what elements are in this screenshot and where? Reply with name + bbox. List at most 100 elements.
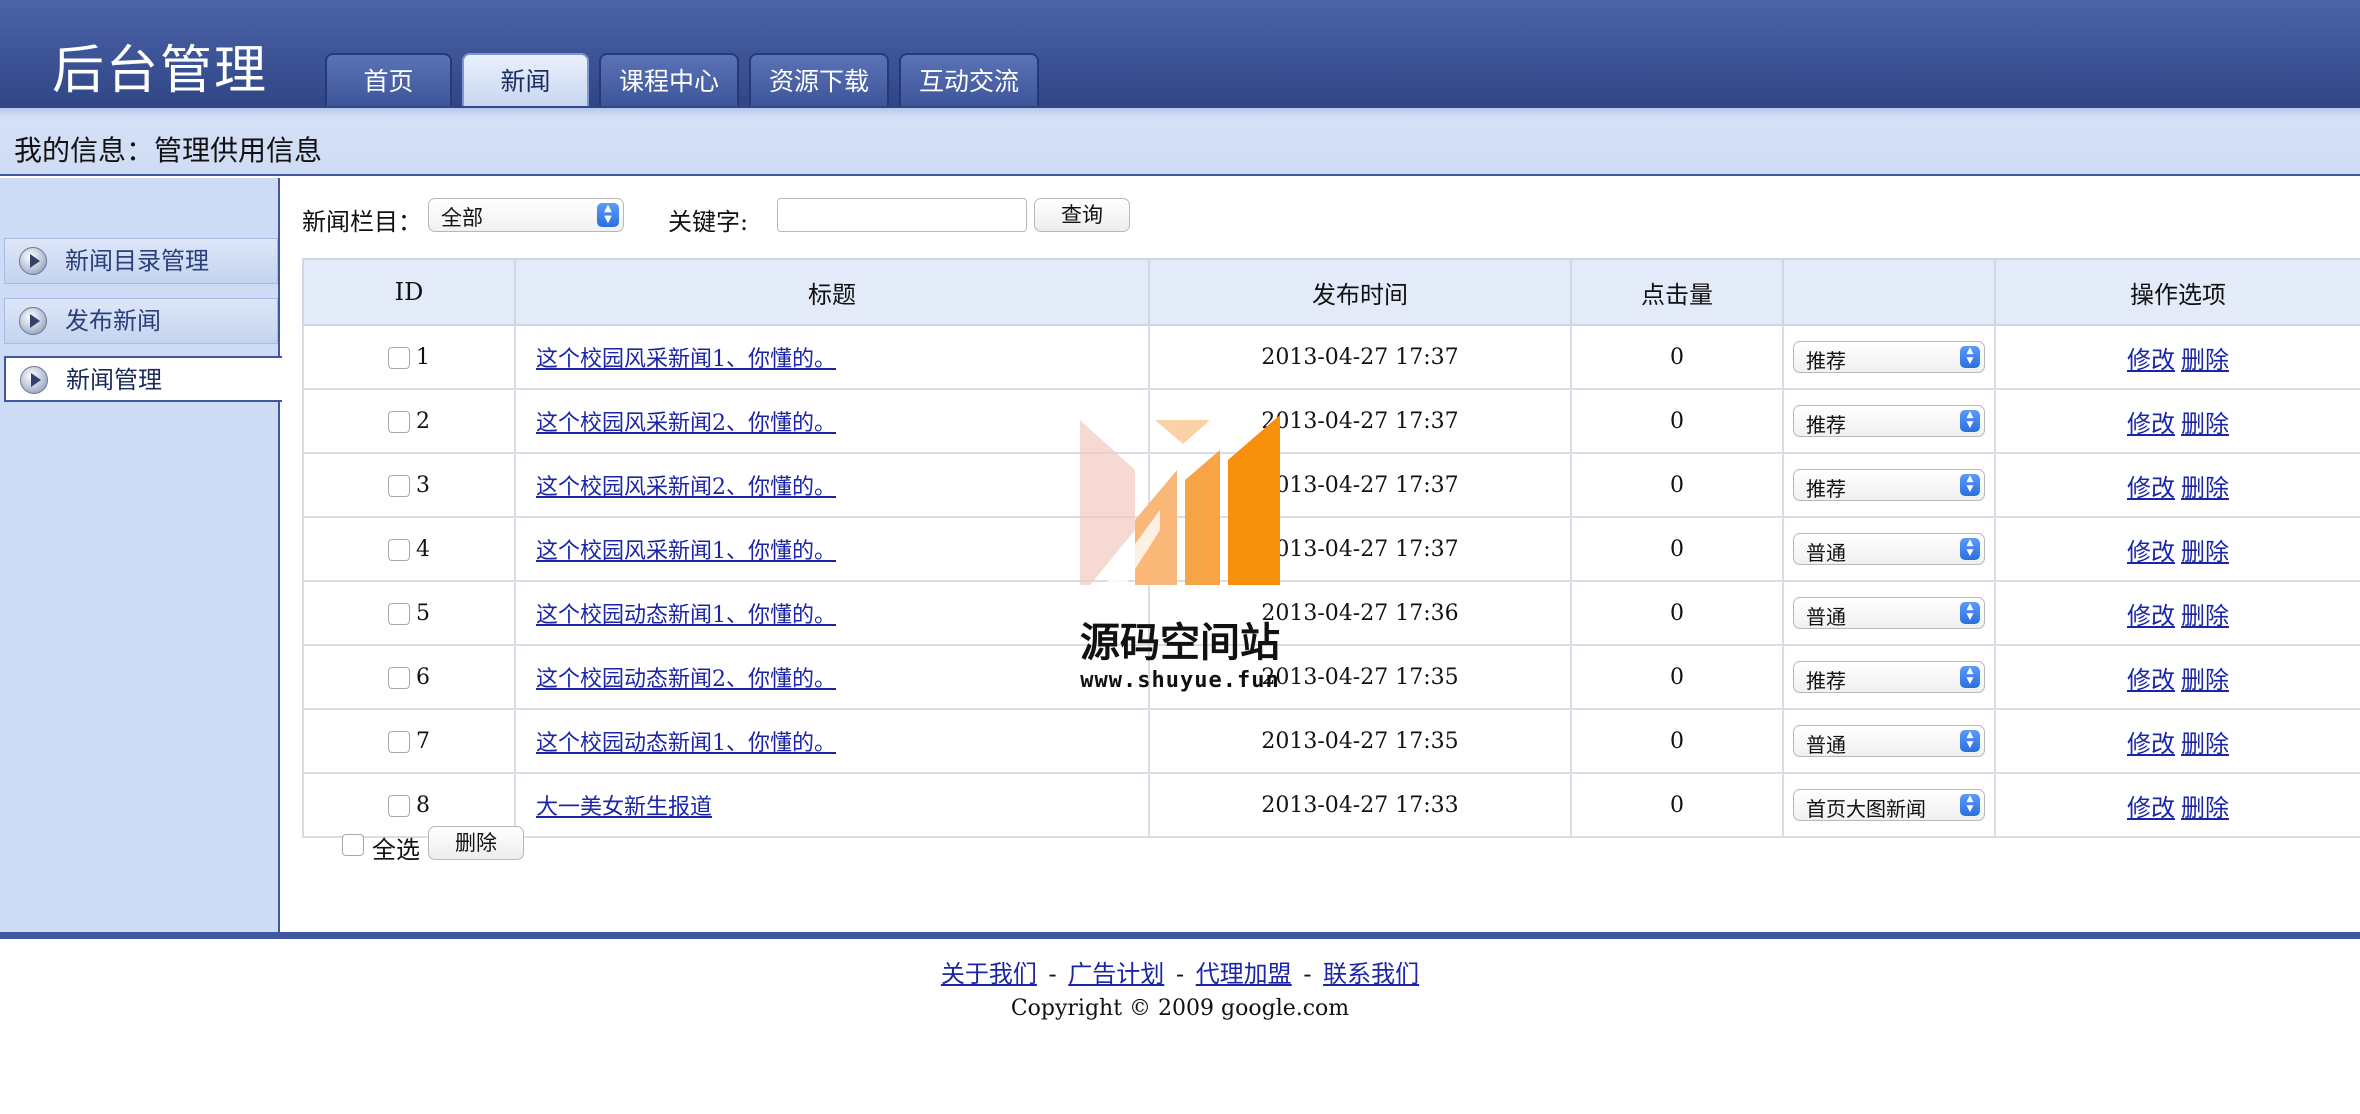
news-title-link[interactable]: 这个校园动态新闻2、你懂的。 xyxy=(536,667,836,692)
arrow-circle-icon xyxy=(19,307,47,335)
cell-status: 首页大图新闻 ▲ ▼ xyxy=(1782,772,1996,838)
cell-clicks: 0 xyxy=(1570,644,1784,710)
row-checkbox[interactable] xyxy=(388,794,410,817)
cell-time: 2013-04-27 17:37 xyxy=(1148,324,1572,390)
table-row: 1 这个校园风采新闻1、你懂的。 2013-04-27 17:37 0 推荐 ▲ ▼ 修改 删除 xyxy=(302,324,2360,390)
keyword-input[interactable] xyxy=(777,198,1027,232)
news-title-link[interactable]: 这个校园风采新闻2、你懂的。 xyxy=(536,475,836,500)
edit-link[interactable]: 修改 xyxy=(2127,602,2175,630)
cell-id: 5 xyxy=(302,580,516,646)
footer-link-ads[interactable]: 广告计划 xyxy=(1068,960,1164,988)
select-arrows-icon: ▲ ▼ xyxy=(1960,730,1980,752)
cell-actions: 修改 删除 xyxy=(1994,452,2360,518)
cell-clicks: 0 xyxy=(1570,452,1784,518)
select-arrows-icon: ▲ ▼ xyxy=(1960,666,1980,688)
delete-link[interactable]: 删除 xyxy=(2181,602,2229,630)
cell-title: 这个校园动态新闻2、你懂的。 xyxy=(514,644,1150,710)
nav-tab-interaction[interactable]: 互动交流 xyxy=(899,53,1040,106)
edit-link[interactable]: 修改 xyxy=(2127,474,2175,502)
footer-separator: - xyxy=(1303,960,1312,988)
footer-link-agency[interactable]: 代理加盟 xyxy=(1196,960,1292,988)
row-id: 5 xyxy=(416,600,430,626)
cell-id: 6 xyxy=(302,644,516,710)
row-checkbox[interactable] xyxy=(388,538,410,561)
category-select[interactable]: 全部 ▲ ▼ xyxy=(428,198,624,232)
news-title-link[interactable]: 这个校园动态新闻1、你懂的。 xyxy=(536,731,836,756)
select-arrows-icon: ▲ ▼ xyxy=(1960,794,1980,816)
status-select[interactable]: 推荐 ▲ ▼ xyxy=(1793,661,1985,693)
edit-link[interactable]: 修改 xyxy=(2127,346,2175,374)
cell-title: 这个校园风采新闻2、你懂的。 xyxy=(514,452,1150,518)
news-title-link[interactable]: 这个校园动态新闻1、你懂的。 xyxy=(536,603,836,628)
row-checkbox[interactable] xyxy=(388,346,410,369)
status-select[interactable]: 普通 ▲ ▼ xyxy=(1793,533,1985,565)
watermark-name: 源码空间站 xyxy=(1080,620,1280,666)
status-select[interactable]: 推荐 ▲ ▼ xyxy=(1793,341,1985,373)
status-select[interactable]: 普通 ▲ ▼ xyxy=(1793,725,1985,757)
delete-link[interactable]: 删除 xyxy=(2181,794,2229,822)
edit-link[interactable]: 修改 xyxy=(2127,730,2175,758)
nav-tab-courses[interactable]: 课程中心 xyxy=(599,53,740,106)
category-select-value: 全部 xyxy=(441,206,483,230)
select-arrows-icon: ▲ ▼ xyxy=(1960,474,1980,496)
news-title-link[interactable]: 这个校园风采新闻2、你懂的。 xyxy=(536,411,836,436)
news-title-link[interactable]: 这个校园风采新闻1、你懂的。 xyxy=(536,539,836,564)
search-button[interactable]: 查询 xyxy=(1034,198,1130,232)
cell-time: 2013-04-27 17:33 xyxy=(1148,772,1572,838)
row-id: 8 xyxy=(416,792,430,818)
status-select[interactable]: 普通 ▲ ▼ xyxy=(1793,597,1985,629)
cell-status: 普通 ▲ ▼ xyxy=(1782,708,1996,774)
watermark-logo-icon xyxy=(1080,415,1280,585)
cell-actions: 修改 删除 xyxy=(1994,708,2360,774)
status-select[interactable]: 首页大图新闻 ▲ ▼ xyxy=(1793,789,1985,821)
delete-link[interactable]: 删除 xyxy=(2181,666,2229,694)
cell-clicks: 0 xyxy=(1570,580,1784,646)
edit-link[interactable]: 修改 xyxy=(2127,538,2175,566)
main-content: 新闻栏目： 全部 ▲ ▼ 关键字: 查询 ID 标题 发布时间 点击量 操作选项 … xyxy=(282,178,2360,932)
col-header-time: 发布时间 xyxy=(1148,258,1572,326)
row-id: 2 xyxy=(416,408,430,434)
sidebar-item-news-catalog[interactable]: 新闻目录管理 xyxy=(4,238,278,284)
row-checkbox[interactable] xyxy=(388,410,410,433)
delete-link[interactable]: 删除 xyxy=(2181,538,2229,566)
watermark: 源码空间站 www.shuyue.fun xyxy=(1065,410,1295,700)
edit-link[interactable]: 修改 xyxy=(2127,666,2175,694)
sidebar-item-publish-news[interactable]: 发布新闻 xyxy=(4,298,278,344)
delete-link[interactable]: 删除 xyxy=(2181,474,2229,502)
nav-tab-home[interactable]: 首页 xyxy=(325,53,452,106)
row-checkbox[interactable] xyxy=(388,730,410,753)
cell-clicks: 0 xyxy=(1570,516,1784,582)
row-id: 7 xyxy=(416,728,430,754)
col-header-status xyxy=(1782,258,1996,326)
footer-link-contact[interactable]: 联系我们 xyxy=(1323,960,1419,988)
sidebar-item-news-manage[interactable]: 新闻管理 xyxy=(4,356,282,402)
nav-tab-news[interactable]: 新闻 xyxy=(462,53,589,106)
nav-tab-downloads[interactable]: 资源下载 xyxy=(749,53,890,106)
edit-link[interactable]: 修改 xyxy=(2127,794,2175,822)
edit-link[interactable]: 修改 xyxy=(2127,410,2175,438)
row-checkbox[interactable] xyxy=(388,474,410,497)
select-all-checkbox[interactable] xyxy=(342,834,364,856)
status-select[interactable]: 推荐 ▲ ▼ xyxy=(1793,469,1985,501)
news-title-link[interactable]: 这个校园风采新闻1、你懂的。 xyxy=(536,347,836,372)
status-select-value: 推荐 xyxy=(1806,477,1846,501)
cell-id: 4 xyxy=(302,516,516,582)
status-select[interactable]: 推荐 ▲ ▼ xyxy=(1793,405,1985,437)
status-select-value: 普通 xyxy=(1806,605,1846,629)
cell-actions: 修改 删除 xyxy=(1994,324,2360,390)
cell-status: 推荐 ▲ ▼ xyxy=(1782,644,1996,710)
cell-clicks: 0 xyxy=(1570,708,1784,774)
delete-link[interactable]: 删除 xyxy=(2181,410,2229,438)
site-title: 后台管理 xyxy=(52,41,269,101)
delete-link[interactable]: 删除 xyxy=(2181,730,2229,758)
row-checkbox[interactable] xyxy=(388,666,410,689)
col-header-actions: 操作选项 xyxy=(1994,258,2360,326)
footer-separator: - xyxy=(1048,960,1057,988)
bulk-delete-button[interactable]: 删除 xyxy=(428,826,524,860)
keyword-label: 关键字: xyxy=(668,208,749,236)
status-select-value: 推荐 xyxy=(1806,669,1846,693)
row-checkbox[interactable] xyxy=(388,602,410,625)
delete-link[interactable]: 删除 xyxy=(2181,346,2229,374)
news-title-link[interactable]: 大一美女新生报道 xyxy=(536,795,712,820)
footer-link-about[interactable]: 关于我们 xyxy=(941,960,1037,988)
